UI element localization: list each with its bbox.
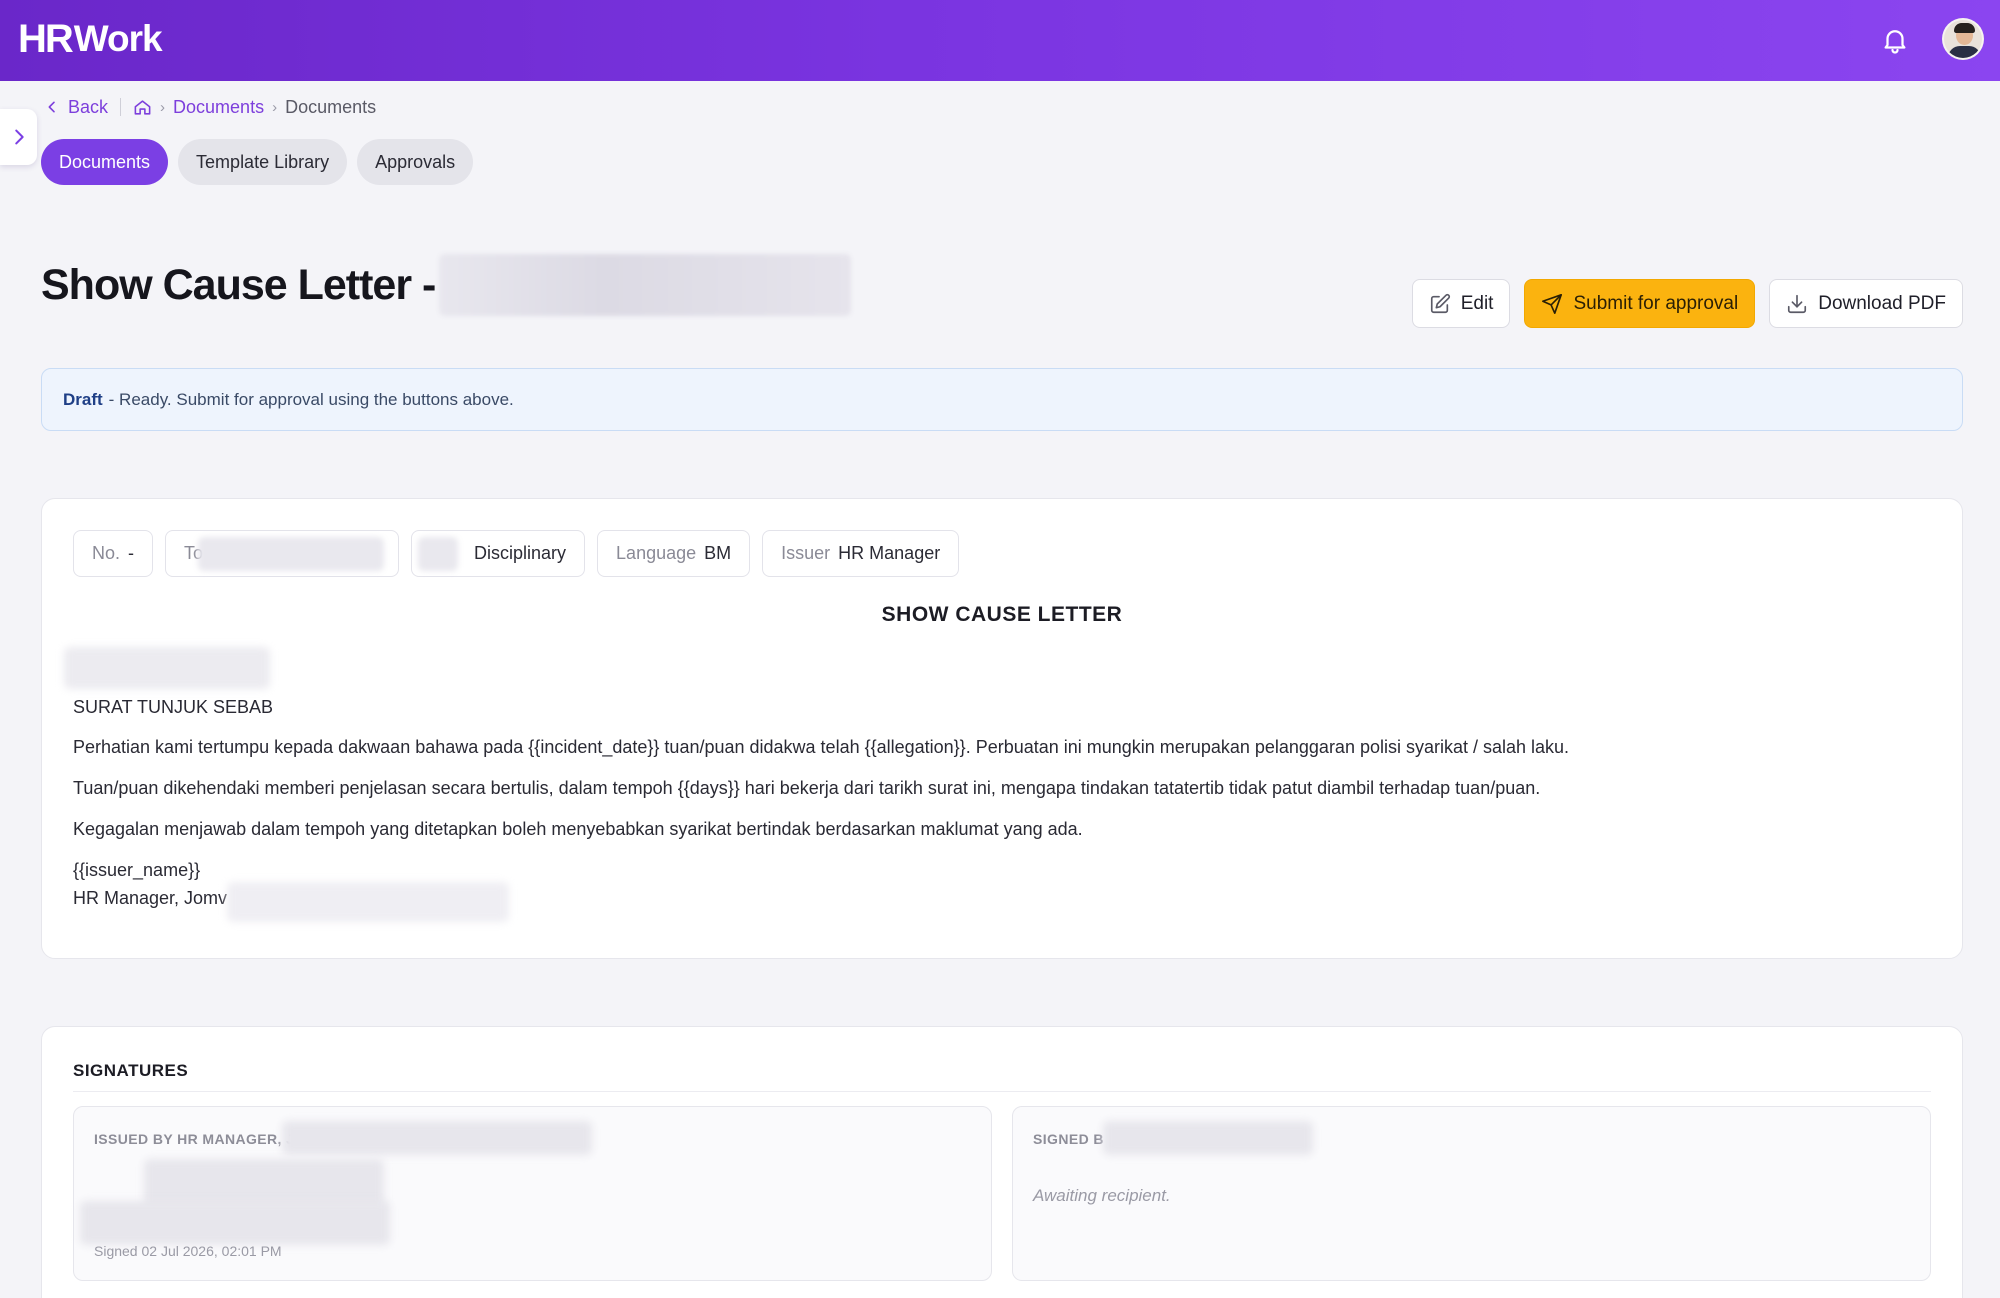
issuer-placeholder: {{issuer_name}} [73,860,201,880]
tab-template-library[interactable]: Template Library [178,139,348,185]
chevron-left-icon[interactable] [44,99,60,115]
signoff-line: HR Manager, Jomv [73,882,1569,922]
back-link[interactable]: Back [68,97,108,118]
document-preview-card: No. - To Disciplinary Language BM Issuer… [41,498,1963,959]
issued-by-label: ISSUED BY HR MANAGER, J [94,1131,295,1147]
redacted-signer-line [80,1201,390,1245]
breadcrumb-divider [120,98,122,116]
page-title: Show Cause Letter - [41,260,436,309]
doc-number-value: - [128,543,135,563]
document-subject: SURAT TUNJUK SEBAB [73,697,274,717]
signatures-title: SIGNATURES [73,1061,189,1080]
status-badge: Draft [63,389,103,409]
redacted-issuer-name [282,1121,592,1155]
redacted-company-name [227,882,509,922]
doc-number-chip: No. - [73,530,154,577]
tab-documents[interactable]: Documents [41,139,169,185]
awaiting-recipient-text: Awaiting recipient. [1033,1186,1171,1205]
hrwork-logo[interactable]: HR Work [18,14,163,64]
document-heading: SHOW CAUSE LETTER [881,603,1123,626]
download-button-label: Download PDF [1818,292,1946,314]
submit-button-label: Submit for approval [1573,292,1739,314]
issuer-value: HR Manager [838,543,941,563]
language-value: BM [704,543,732,563]
edit-button-label: Edit [1460,292,1494,314]
user-avatar[interactable] [1942,18,1984,60]
category-chip: Disciplinary [411,530,586,577]
tabs-bar: Documents Template Library Approvals [41,139,474,185]
top-navbar: HR Work [0,0,2000,81]
edit-button[interactable]: Edit [1411,279,1511,328]
document-meta-chips: No. - To Disciplinary Language BM Issuer… [73,530,960,577]
status-banner: Draft - Ready. Submit for approval using… [41,368,1963,431]
sidebar-toggle-button[interactable] [0,109,37,165]
breadcrumb-separator: › [272,98,278,116]
breadcrumb: Back › Documents › Documents [44,94,376,120]
issuer-label: Issuer [781,543,831,563]
issuer-chip: Issuer HR Manager [762,530,960,577]
language-label: Language [616,543,697,563]
download-pdf-button[interactable]: Download PDF [1769,279,1963,328]
action-buttons: Edit Submit for approval Download PDF [1411,279,1963,328]
document-paragraph: Tuan/puan dikehendaki memberi penjelasan… [73,778,1541,798]
language-chip: Language BM [597,530,751,577]
avatar-hair [1954,23,1975,33]
document-body: SURAT TUNJUK SEBAB Perhatian kami tertum… [73,695,1570,922]
avatar-shirt [1948,46,1981,58]
bell-icon[interactable] [1880,24,1910,56]
doc-number-label: No. [92,543,121,563]
redacted-date-line [64,647,270,689]
redacted-recipient [198,537,385,571]
tab-approvals[interactable]: Approvals [357,139,474,185]
signoff-text: HR Manager, Jomv [73,888,228,908]
status-message: - Ready. Submit for approval using the b… [108,389,514,409]
breadcrumb-documents-link[interactable]: Documents [173,97,264,118]
breadcrumb-separator: › [160,98,166,116]
download-icon [1788,294,1807,313]
page-title-row: Show Cause Letter - [41,254,852,316]
document-paragraph: Kegagalan menjawab dalam tempoh yang dit… [73,819,1083,839]
signed-timestamp: Signed 02 Jul 2026, 02:01 PM [94,1243,282,1259]
redacted-recipient-signer [1103,1121,1313,1155]
document-paragraph: Perhatian kami tertumpu kepada dakwaan b… [73,737,1570,757]
signatures-divider [73,1091,1931,1092]
redacted-recipient-name [439,254,852,316]
chevron-right-icon [14,129,24,145]
send-icon [1542,293,1563,314]
signatures-card: SIGNATURES ISSUED BY HR MANAGER, J Signe… [41,1026,1963,1298]
signed-by-label: SIGNED B [1033,1131,1104,1147]
home-icon[interactable] [133,98,152,117]
recipient-chip: To [165,530,400,577]
logo-work-text: Work [73,18,163,59]
recipient-signature-box: SIGNED B Awaiting recipient. [1012,1106,1931,1281]
redacted-category-prefix [418,537,459,571]
edit-icon [1430,293,1450,313]
category-value: Disciplinary [474,543,567,563]
logo-hr-text: HR [18,16,74,61]
issuer-signature-box: ISSUED BY HR MANAGER, J Signed 02 Jul 20… [73,1106,992,1281]
submit-for-approval-button[interactable]: Submit for approval [1524,279,1756,328]
breadcrumb-current: Documents [285,96,377,117]
